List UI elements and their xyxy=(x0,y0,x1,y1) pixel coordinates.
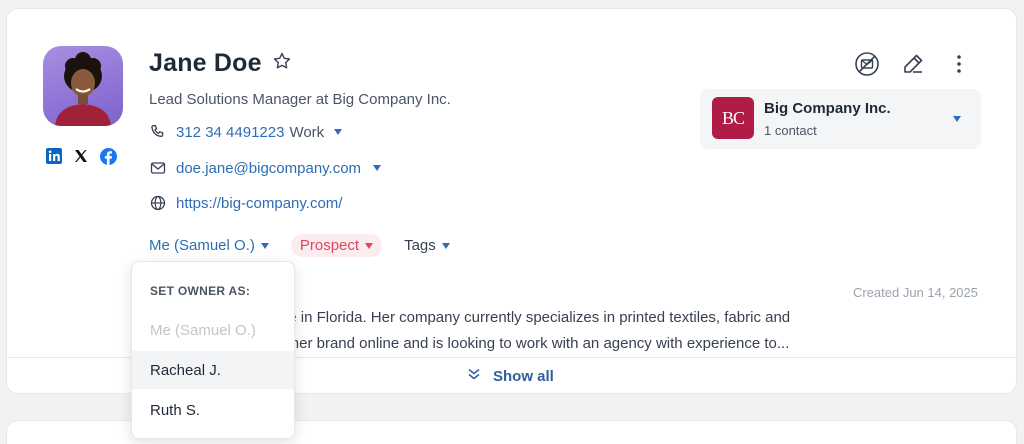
globe-icon xyxy=(149,194,167,212)
double-chevron-down-icon xyxy=(467,367,481,385)
job-title: Lead Solutions Manager at Big Company In… xyxy=(149,91,451,108)
tags-label: Tags xyxy=(404,237,436,254)
status-label: Prospect xyxy=(299,237,360,254)
tags-caret xyxy=(441,242,450,249)
email-dropdown-caret[interactable] xyxy=(373,165,382,171)
phone-row: 312 34 4491223 Work xyxy=(149,123,343,141)
owner-caret xyxy=(260,242,269,249)
unsubscribe-icon[interactable] xyxy=(854,51,880,77)
company-logo: BC xyxy=(712,97,754,139)
owner-label: Me (Samuel O.) xyxy=(149,237,255,254)
owner-option-racheal[interactable]: Racheal J. xyxy=(132,351,294,389)
owner-option-me: Me (Samuel O.) xyxy=(150,321,256,339)
star-icon[interactable] xyxy=(272,51,292,76)
facebook-icon[interactable] xyxy=(99,147,117,165)
created-date: Created Jun 14, 2025 xyxy=(852,285,978,300)
phone-dropdown-caret[interactable] xyxy=(334,129,343,135)
owner-status-row: Me (Samuel O.) Prospect Tags xyxy=(149,234,450,257)
show-all-button[interactable]: Show all xyxy=(467,367,554,385)
phone-icon xyxy=(149,123,167,141)
avatar[interactable] xyxy=(43,46,123,126)
company-card[interactable]: BC Big Company Inc. 1 contact xyxy=(700,89,981,149)
x-twitter-icon[interactable] xyxy=(72,147,90,165)
phone-type: Work xyxy=(289,123,325,141)
email-link[interactable]: doe.jane@bigcompany.com xyxy=(176,160,361,177)
status-caret xyxy=(365,242,374,249)
owner-selector[interactable]: Me (Samuel O.) xyxy=(149,237,269,254)
phone-link[interactable]: 312 34 4491223 xyxy=(176,124,284,141)
email-row: doe.jane@bigcompany.com xyxy=(149,159,382,177)
status-badge[interactable]: Prospect xyxy=(290,234,383,257)
more-options-icon[interactable] xyxy=(946,51,972,77)
owner-dropdown-header: SET OWNER AS: xyxy=(150,284,251,298)
name-row: Jane Doe xyxy=(149,49,292,78)
contact-name: Jane Doe xyxy=(149,49,262,77)
company-caret[interactable] xyxy=(953,116,961,122)
linkedin-icon[interactable] xyxy=(45,147,63,165)
tags-selector[interactable]: Tags xyxy=(404,237,450,254)
owner-option-ruth[interactable]: Ruth S. xyxy=(132,391,294,429)
social-links xyxy=(45,147,117,165)
owner-dropdown-menu: SET OWNER AS: Me (Samuel O.) Racheal J. … xyxy=(131,261,295,439)
show-all-label: Show all xyxy=(493,367,554,385)
edit-pencil-icon[interactable] xyxy=(900,51,926,77)
company-name: Big Company Inc. xyxy=(764,100,891,117)
top-actions xyxy=(854,51,972,77)
mail-icon xyxy=(149,159,167,177)
website-link[interactable]: https://big-company.com/ xyxy=(176,195,342,212)
website-row: https://big-company.com/ xyxy=(149,194,342,212)
company-contact-count: 1 contact xyxy=(764,123,817,138)
